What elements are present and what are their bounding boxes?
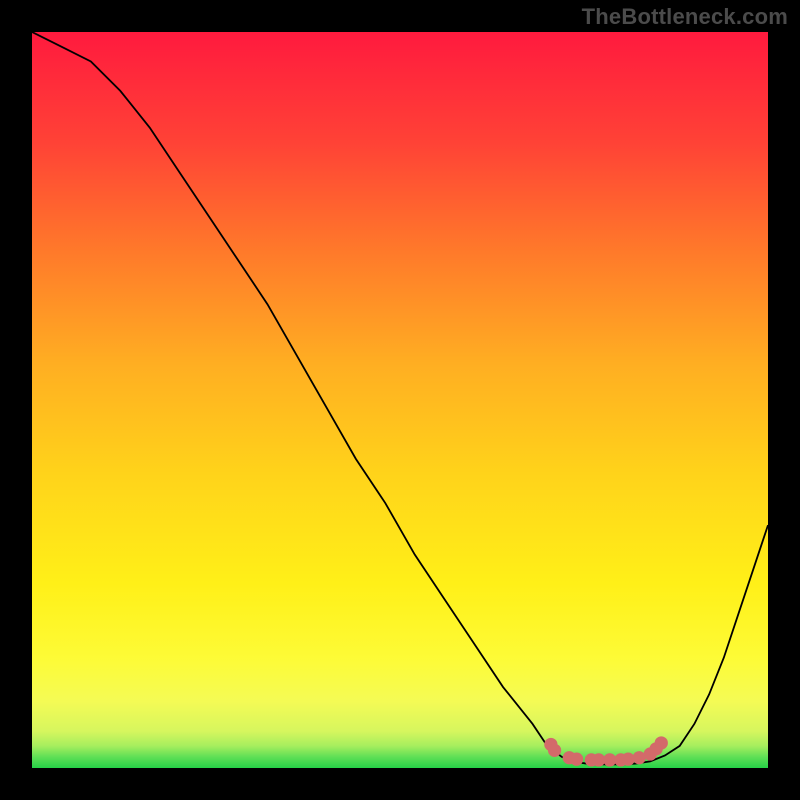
- optimal-dot: [570, 753, 583, 766]
- plot-area: [32, 32, 768, 768]
- chart-svg: [32, 32, 768, 768]
- optimal-dot: [548, 744, 561, 757]
- heat-background: [32, 32, 768, 768]
- watermark-text: TheBottleneck.com: [582, 4, 788, 30]
- chart-container: TheBottleneck.com: [0, 0, 800, 800]
- optimal-dot: [655, 736, 668, 749]
